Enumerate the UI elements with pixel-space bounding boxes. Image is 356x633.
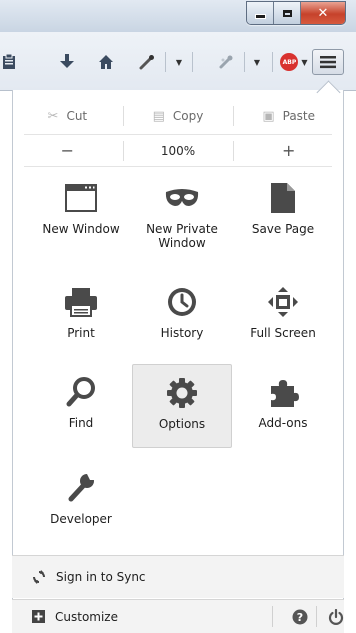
sync-icon	[33, 570, 45, 584]
save-page-button[interactable]: Save Page	[233, 170, 333, 254]
clock-icon	[168, 288, 196, 316]
svg-text:?: ?	[297, 611, 303, 624]
history-label: History	[160, 326, 204, 340]
window-titlebar: ✕	[0, 0, 356, 32]
close-button[interactable]: ✕	[301, 2, 345, 24]
minimize-button[interactable]	[247, 2, 274, 24]
plus-box-icon	[32, 610, 45, 623]
developer-label: Developer	[50, 512, 112, 526]
new-window-label: New Window	[42, 222, 120, 236]
help-icon: ?	[292, 609, 308, 624]
addon-toolbar-button[interactable]	[216, 50, 236, 74]
sign-in-sync-button[interactable]: Sign in to Sync	[12, 556, 344, 598]
footer-bar: Customize ?	[12, 600, 344, 633]
zoom-in-button[interactable]: +	[233, 135, 344, 166]
gear-icon	[167, 378, 197, 408]
home-icon	[99, 55, 113, 69]
save-page-label: Save Page	[251, 222, 315, 236]
eyedropper-button[interactable]	[137, 50, 157, 74]
zoom-controls: − 100% +	[12, 135, 344, 166]
new-private-window-label-2: Window	[158, 236, 206, 250]
divider	[316, 606, 317, 627]
cut-button[interactable]: ✂ Cut	[12, 98, 123, 134]
new-private-window-label-1: New Private	[146, 222, 218, 236]
sign-in-sync-label: Sign in to Sync	[56, 570, 146, 584]
zoom-reset-button[interactable]: 100%	[122, 135, 234, 166]
navigation-toolbar: ▼ ▼ ABP ▼	[0, 32, 356, 91]
options-button[interactable]: Options	[132, 364, 232, 448]
chevron-down-icon: ▼	[175, 57, 183, 67]
print-label: Print	[67, 326, 95, 340]
edit-controls: ✂ Cut ▤ Copy ▣ Paste	[12, 98, 344, 134]
copy-icon: ▤	[152, 108, 165, 124]
minimize-icon	[254, 14, 266, 19]
wrench-icon	[68, 474, 95, 502]
eyedropper-dropdown[interactable]: ▼	[172, 50, 186, 74]
divider	[24, 166, 332, 167]
search-icon	[66, 377, 95, 407]
adblock-button[interactable]: ABP ▼	[280, 50, 308, 74]
window-controls: ✕	[246, 1, 346, 25]
download-icon	[60, 54, 74, 68]
maximize-button[interactable]	[274, 2, 301, 24]
options-label: Options	[158, 417, 206, 431]
customize-button[interactable]: Customize	[32, 610, 118, 624]
paste-button[interactable]: ▣ Paste	[233, 98, 344, 134]
addons-label: Add-ons	[258, 416, 308, 430]
home-button[interactable]	[95, 50, 117, 74]
puzzle-piece-icon	[271, 380, 299, 407]
find-button[interactable]: Find	[31, 364, 131, 448]
eyedropper-icon	[139, 55, 154, 70]
cut-label: Cut	[66, 109, 88, 123]
chevron-down-icon: ▼	[301, 57, 308, 67]
full-screen-label: Full Screen	[250, 326, 316, 340]
history-button[interactable]: History	[132, 274, 232, 358]
zoom-out-button[interactable]: −	[12, 135, 123, 166]
maximize-icon	[282, 9, 292, 17]
help-button[interactable]: ?	[282, 600, 318, 633]
divider	[272, 606, 273, 627]
toolbar-separator	[244, 52, 245, 72]
private-mask-icon	[165, 189, 199, 206]
full-screen-button[interactable]: Full Screen	[233, 274, 333, 358]
clipboard-icon	[3, 54, 15, 69]
copy-label: Copy	[172, 109, 204, 123]
copy-button[interactable]: ▤ Copy	[122, 98, 234, 134]
power-icon	[328, 608, 344, 625]
addons-button[interactable]: Add-ons	[233, 364, 333, 448]
new-private-window-button[interactable]: New Private Window	[132, 170, 232, 254]
addon-dropdown[interactable]: ▼	[250, 50, 264, 74]
scissors-icon: ✂	[47, 108, 59, 124]
customize-label: Customize	[55, 609, 118, 624]
toolbar-separator	[272, 52, 273, 72]
new-window-icon	[65, 184, 97, 212]
find-label: Find	[68, 416, 94, 430]
toolbar-separator	[192, 52, 193, 72]
paste-label: Paste	[282, 109, 316, 123]
chevron-down-icon: ▼	[253, 57, 261, 67]
toolbar-separator	[165, 52, 166, 72]
open-menu-button[interactable]	[312, 49, 344, 75]
developer-button[interactable]: Developer	[31, 460, 131, 544]
addon-icon	[219, 55, 233, 69]
new-window-button[interactable]: New Window	[31, 170, 131, 254]
print-button[interactable]: Print	[31, 274, 131, 358]
close-icon: ✕	[317, 5, 329, 21]
clipboard-button[interactable]	[0, 50, 18, 74]
adblock-icon: ABP	[280, 53, 299, 71]
printer-icon	[65, 288, 97, 317]
fullscreen-icon	[268, 287, 298, 317]
hamburger-menu-icon	[320, 56, 336, 69]
save-page-icon	[271, 183, 295, 213]
quit-button[interactable]	[318, 600, 354, 633]
paste-icon: ▣	[262, 108, 275, 124]
downloads-button[interactable]	[56, 50, 78, 74]
